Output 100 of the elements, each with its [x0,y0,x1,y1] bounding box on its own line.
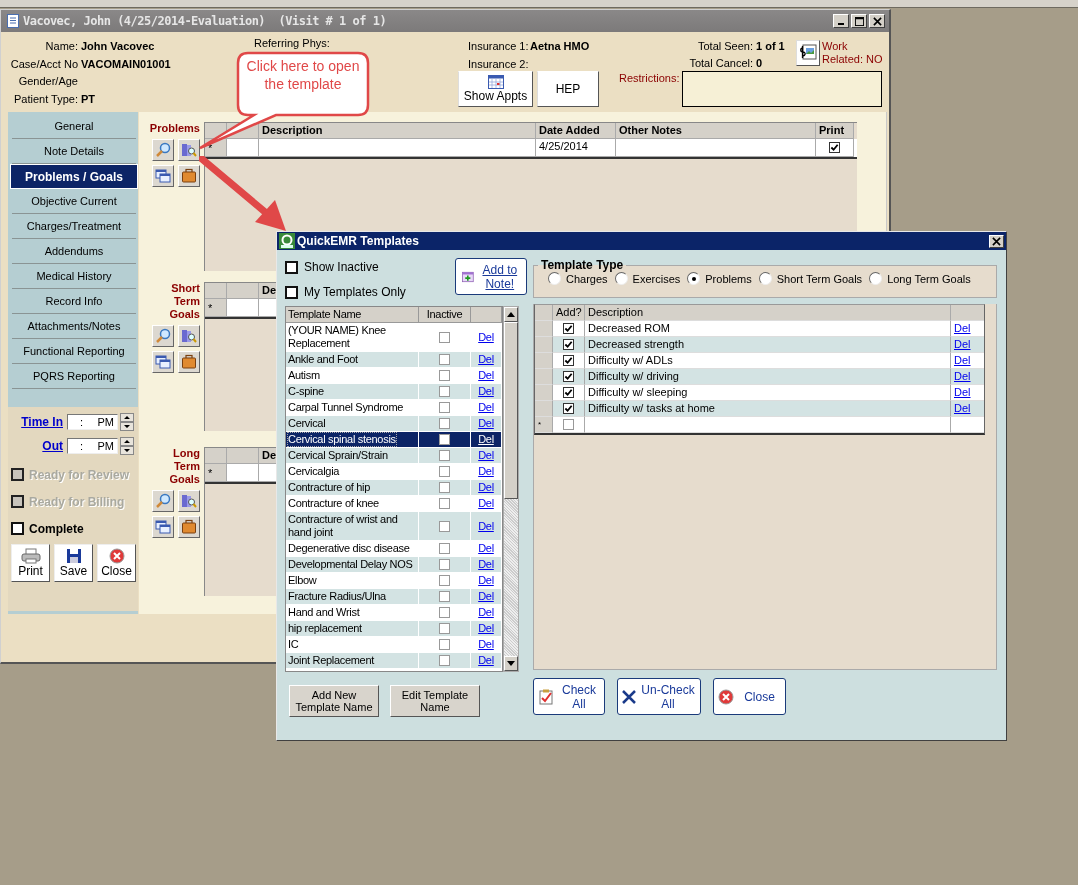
close-button[interactable] [869,14,885,28]
briefcase-button[interactable] [178,165,200,187]
delete-link[interactable]: Del [478,519,494,533]
nav-item[interactable]: PQRS Reporting [12,364,136,389]
checkbox[interactable] [439,450,450,461]
checkbox[interactable] [439,575,450,586]
save-button[interactable]: Save [54,544,93,582]
delete-link[interactable]: Del [478,558,494,571]
delete-link[interactable]: Del [954,402,971,414]
delete-link[interactable]: Del [478,574,494,587]
delete-link[interactable]: Del [954,322,971,334]
briefcase-button[interactable] [178,351,200,373]
delete-link[interactable]: Del [478,654,494,667]
close-button[interactable]: Close [97,544,136,582]
checkbox[interactable] [563,403,574,414]
radio-button[interactable] [758,272,772,285]
time-field[interactable]: : PM [67,414,118,430]
template-row[interactable]: Cervical Sprain/Strain Del [286,448,502,464]
delete-link[interactable]: Del [478,449,494,462]
checkbox[interactable] [439,498,450,509]
checkbox[interactable] [439,543,450,554]
delete-link[interactable]: Del [478,369,494,382]
time-link[interactable]: Time In [21,415,63,429]
checkbox[interactable] [563,355,574,366]
template-row[interactable]: Cervical Del [286,416,502,432]
delete-link[interactable]: Del [478,353,494,366]
checkbox[interactable] [439,331,450,343]
template-button[interactable] [178,139,200,161]
time-link[interactable]: Out [42,439,63,453]
new-row[interactable]: * [535,417,984,433]
checkbox[interactable] [563,323,574,334]
checkbox[interactable] [439,591,450,602]
close-button[interactable] [989,234,1004,248]
minimize-button[interactable] [833,14,849,28]
template-button[interactable] [178,325,200,347]
edit-template-button[interactable]: Edit Template Name [390,685,480,717]
delete-link[interactable]: Del [478,433,494,446]
radio-button[interactable] [869,272,883,285]
briefcase-button[interactable] [178,516,200,538]
delete-link[interactable]: Del [478,465,494,478]
delete-link[interactable]: Del [478,401,494,414]
uncheck-all-button[interactable]: Un-Check All [617,678,701,715]
nav-item[interactable]: General [12,114,136,139]
checkbox[interactable] [439,434,450,445]
nav-item[interactable]: Medical History [12,264,136,289]
windows-button[interactable] [152,516,174,538]
checkbox[interactable] [563,387,574,398]
checkbox[interactable] [563,419,574,430]
search-button[interactable] [152,490,174,512]
delete-link[interactable]: Del [954,338,971,350]
search-button[interactable] [152,139,174,161]
template-row[interactable]: Contracture of hip Del [286,480,502,496]
radio-button[interactable] [614,272,628,285]
template-row[interactable]: Cervical spinal stenosis Del [286,432,502,448]
maximize-button[interactable] [851,14,867,28]
checkbox[interactable] [439,402,450,413]
template-row[interactable]: Ankle and Foot Del [286,352,502,368]
nav-item[interactable]: Attachments/Notes [12,314,136,339]
checkbox[interactable] [439,639,450,650]
windows-button[interactable] [152,351,174,373]
checkbox[interactable] [563,339,574,350]
template-row[interactable]: C-spine Del [286,384,502,400]
delete-link[interactable]: Del [478,606,494,619]
delete-link[interactable]: Del [954,370,971,382]
checkbox[interactable] [439,607,450,618]
delete-link[interactable]: Del [478,330,494,344]
checkbox[interactable] [563,371,574,382]
delete-link[interactable]: Del [478,638,494,651]
nav-item[interactable]: Problems / Goals [10,164,138,189]
close-button[interactable]: Close [713,678,786,715]
delete-link[interactable]: Del [478,481,494,494]
print-button[interactable]: Print [11,544,50,582]
time-field[interactable]: : PM [67,438,118,454]
nav-item[interactable]: Addendums [12,239,136,264]
checkbox[interactable] [439,623,450,634]
checkbox[interactable] [439,482,450,493]
windows-button[interactable] [152,165,174,187]
checkbox[interactable] [11,522,24,535]
template-row[interactable]: hip replacement Del [286,621,502,637]
template-button[interactable] [178,490,200,512]
delete-link[interactable]: Del [478,385,494,398]
checkbox[interactable] [439,354,450,365]
delete-link[interactable]: Del [954,354,971,366]
new-row[interactable]: * 4/25/2014 [205,139,857,159]
delete-link[interactable]: Del [478,590,494,603]
radio-button[interactable] [687,272,701,285]
template-row[interactable]: Fracture Radius/Ulna Del [286,589,502,605]
nav-item[interactable]: Objective Current [12,189,136,214]
checkbox[interactable] [285,285,298,299]
nav-item[interactable]: Functional Reporting [12,339,136,364]
checkbox[interactable] [439,386,450,397]
nav-item[interactable]: Record Info [12,289,136,314]
delete-link[interactable]: Del [478,497,494,510]
template-row[interactable]: Joint Replacement Del [286,653,502,669]
checkbox[interactable] [439,466,450,477]
show-appts-button[interactable]: Show Appts [458,71,533,107]
hep-button[interactable]: HEP [537,71,599,107]
delete-link[interactable]: Del [478,417,494,430]
search-button[interactable] [152,325,174,347]
check-all-button[interactable]: Check All [533,678,605,715]
